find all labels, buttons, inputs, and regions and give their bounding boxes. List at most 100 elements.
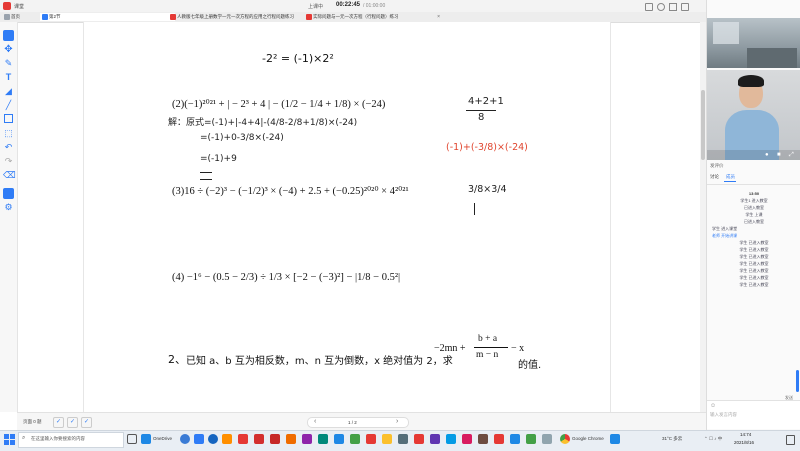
chat-message: 学生 已进入教室	[739, 261, 769, 266]
page-label: 页面 0 题	[23, 419, 42, 424]
document-bottom-bar: 页面 0 题 ✓ ✓ ✓ ‹ 1 / 2 ›	[17, 412, 706, 431]
chat-message: 学生1 进入教室	[740, 198, 768, 203]
undo-icon[interactable]: ↶	[3, 142, 14, 153]
tab-exercise-1[interactable]: 人教版七年级上册数学一元一次方程的应用之行程问题练习 ×	[168, 13, 311, 21]
system-tray-icons[interactable]: ⌃ ☐ ♪ 中	[704, 436, 722, 442]
expand-icon[interactable]: ⤢	[789, 152, 794, 159]
pen-tool-icon[interactable]: ✎	[3, 58, 14, 69]
handwriting-underline	[200, 172, 212, 180]
taskbar-search-input[interactable]: 在这里输入你要搜索的内容	[31, 436, 85, 442]
chat-scrollbar[interactable]	[796, 370, 799, 392]
top-icon-4[interactable]	[681, 3, 689, 11]
desk-shape	[747, 48, 797, 68]
chat-message: 学生 进入课堂	[712, 226, 738, 231]
app-icon[interactable]	[610, 434, 620, 444]
question-2-expr-left: −2mn +	[434, 343, 466, 354]
chat-message: 学生 已进入教室	[739, 240, 769, 245]
line-tool-icon[interactable]: ╱	[3, 100, 14, 111]
side-strike	[474, 203, 475, 215]
handwriting-solution-1: 解：原式=(-1)+|-4+4|-(4/8-2/8+1/8)×(-24)	[168, 118, 358, 128]
redo-icon[interactable]: ↷	[3, 156, 14, 167]
send-button[interactable]: 发送	[785, 395, 793, 401]
weather-label: 31°C 多云	[662, 436, 683, 441]
app-icon[interactable]	[430, 434, 440, 444]
prev-page-button[interactable]: ‹	[314, 418, 316, 425]
app-icon[interactable]	[382, 434, 392, 444]
app-icon[interactable]	[398, 434, 408, 444]
chat-input[interactable]: 输入发言内容	[710, 412, 737, 418]
top-icon-3[interactable]	[669, 3, 677, 11]
chat-hint: 发评价	[710, 163, 724, 168]
chrome-icon[interactable]	[560, 434, 570, 444]
window-shape	[713, 22, 739, 44]
app-icon[interactable]	[208, 434, 218, 444]
app-title: 课堂	[14, 4, 25, 10]
rect-tool-icon[interactable]	[4, 114, 13, 123]
clear-icon[interactable]: ⌫	[3, 170, 16, 181]
video-control-bar	[707, 150, 800, 160]
tab-close-icon[interactable]: ×	[437, 13, 440, 21]
text-tool-icon[interactable]: T	[3, 72, 14, 83]
scrollbar-thumb[interactable]	[701, 90, 705, 160]
chat-tab-members[interactable]: 成员	[726, 174, 735, 180]
next-page-button[interactable]: ›	[396, 418, 398, 425]
app-icon[interactable]	[350, 434, 360, 444]
record-icon[interactable]	[3, 188, 14, 199]
app-icon[interactable]	[334, 434, 344, 444]
app-icon[interactable]	[238, 434, 248, 444]
app-icon[interactable]	[526, 434, 536, 444]
question-2-expr-right: − x	[511, 343, 525, 354]
top-icon-2[interactable]	[657, 3, 665, 11]
page-indicator: 1 / 2	[348, 420, 357, 425]
emoji-icon[interactable]: ☺	[710, 403, 716, 409]
app-icon[interactable]	[222, 434, 232, 444]
document-icon	[170, 14, 176, 20]
side-note-red: (-1)+(-3/8)×(-24)	[446, 142, 528, 153]
notification-icon[interactable]	[786, 435, 795, 445]
fraction-bar	[474, 347, 508, 348]
mic-icon[interactable]: ●	[765, 152, 769, 158]
app-icon[interactable]	[478, 434, 488, 444]
camera-icon[interactable]: ■	[777, 152, 781, 158]
check-icon[interactable]: ✓	[67, 417, 78, 428]
tab-exercise-2[interactable]: 实际问题与一元一次方程（行程问题）练习 ×	[304, 13, 441, 21]
chat-message: 学生 已进入教室	[739, 268, 769, 273]
side-note-den: 8	[478, 112, 485, 123]
taskbar-app-label: Google Chrome	[572, 436, 604, 441]
person-hair	[738, 75, 764, 87]
question-2-expr-numerator: b + a	[478, 334, 498, 344]
check-icon[interactable]: ✓	[53, 417, 64, 428]
windows-start-icon[interactable]	[4, 434, 15, 445]
move-tool-icon[interactable]: ✥	[3, 44, 14, 55]
chat-input-area[interactable]: ☺ 输入发言内容 发送	[707, 395, 800, 429]
app-icon[interactable]	[286, 434, 296, 444]
taskbar-search-box[interactable]: ⌕ 在这里输入你要搜索的内容	[18, 432, 124, 448]
app-icon[interactable]	[180, 434, 190, 444]
top-icon-1[interactable]	[645, 3, 653, 11]
task-view-icon[interactable]	[127, 434, 137, 444]
eraser-tool-icon[interactable]: ◢	[3, 86, 14, 97]
check-icon[interactable]: ✓	[81, 417, 92, 428]
app-icon[interactable]	[510, 434, 520, 444]
app-icon[interactable]	[318, 434, 328, 444]
laser-tool-icon[interactable]: ⬚	[3, 128, 14, 139]
app-icon[interactable]	[366, 434, 376, 444]
app-icon[interactable]	[494, 434, 504, 444]
app-icon[interactable]	[302, 434, 312, 444]
app-icon[interactable]	[194, 434, 204, 444]
tab-lesson[interactable]: 第2节 ×	[40, 13, 175, 21]
chat-message: 学生 已进入教室	[739, 275, 769, 280]
app-icon[interactable]	[270, 434, 280, 444]
wps-icon[interactable]	[254, 434, 264, 444]
settings-icon[interactable]: ⚙	[3, 202, 14, 213]
select-tool-icon[interactable]	[3, 30, 14, 41]
app-icon[interactable]	[462, 434, 472, 444]
app-icon[interactable]	[542, 434, 552, 444]
app-icon[interactable]	[446, 434, 456, 444]
app-icon[interactable]	[414, 434, 424, 444]
onedrive-icon[interactable]	[141, 434, 151, 444]
tab-label: 人教版七年级上册数学一元一次方程的应用之行程问题练习	[177, 14, 294, 19]
teacher-video	[707, 18, 800, 68]
chat-tab-discuss[interactable]: 讨论	[710, 174, 719, 180]
tab-label: 实际问题与一元一次方程（行程问题）练习	[313, 14, 399, 19]
